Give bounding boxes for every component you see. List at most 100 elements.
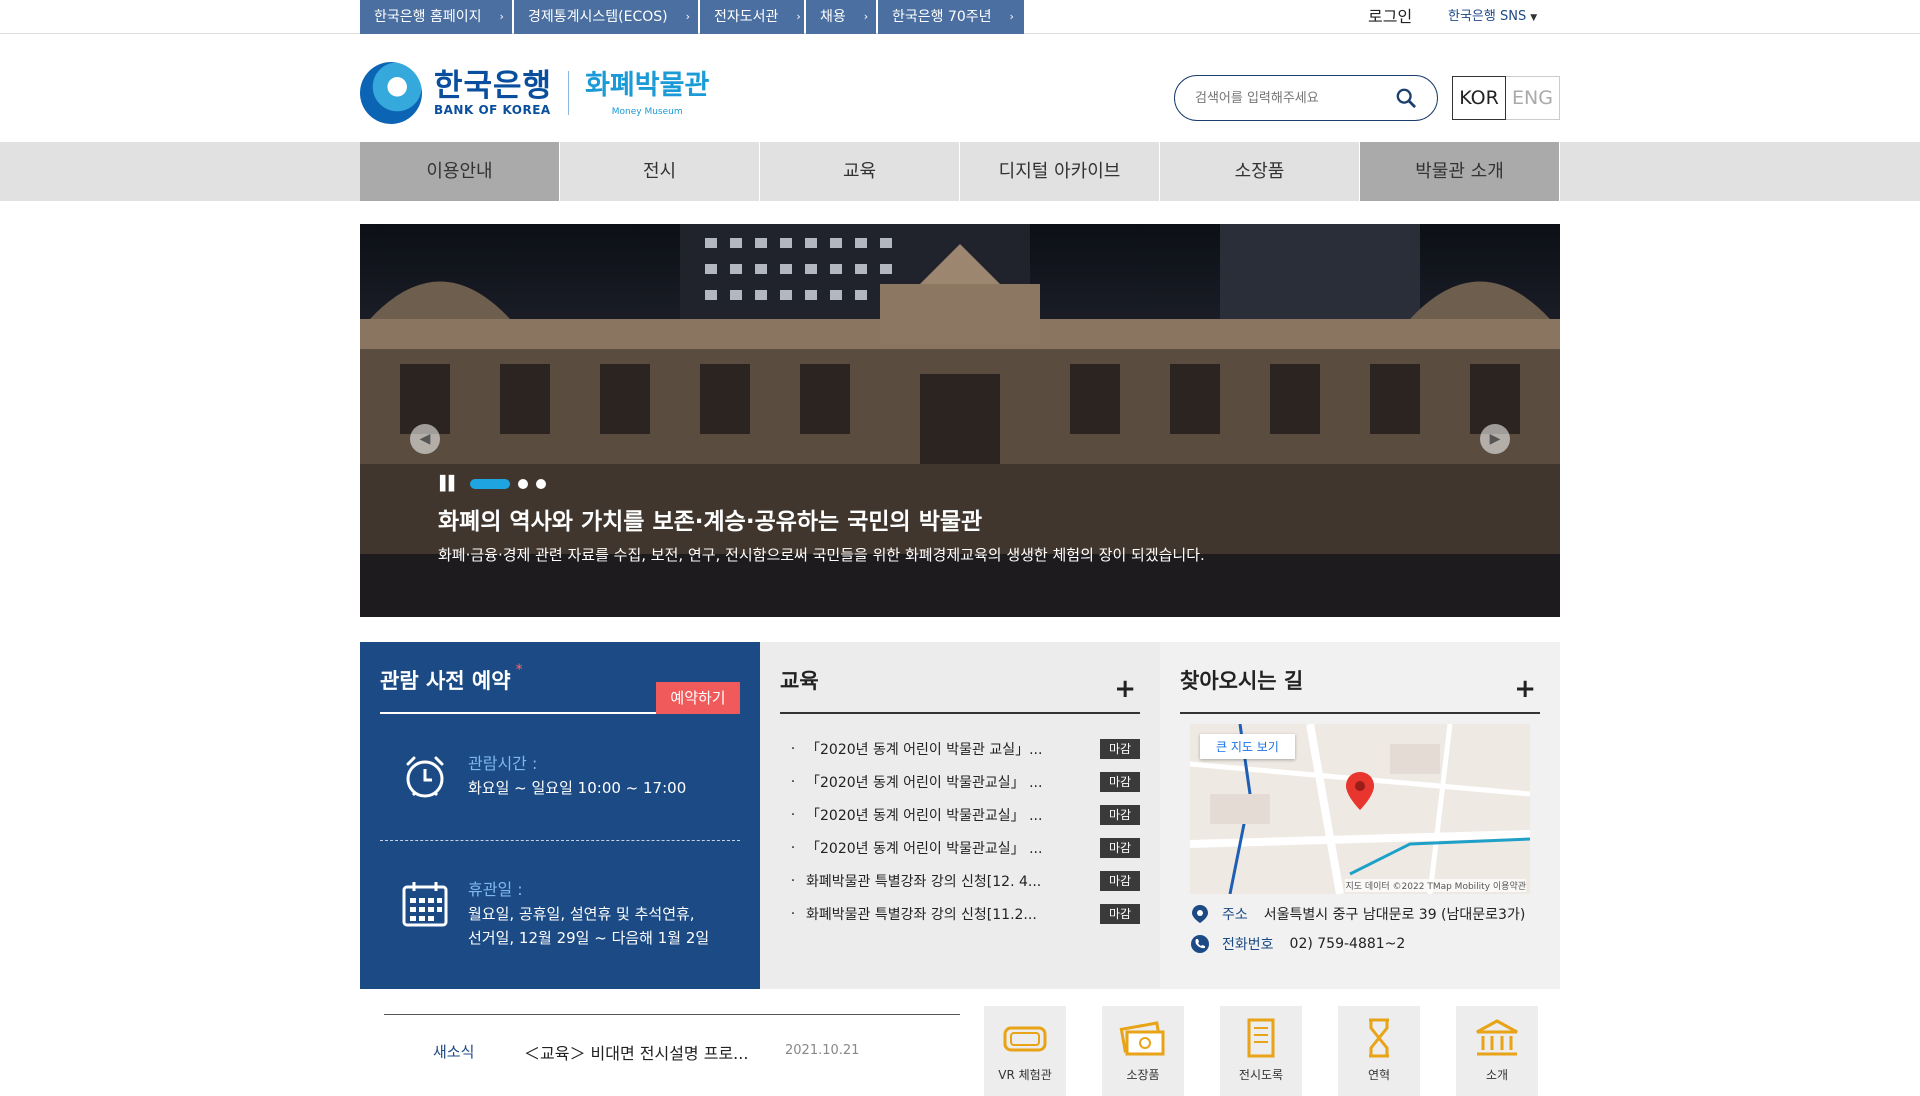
chevron-left-icon: ◀ — [419, 431, 431, 447]
main-nav: 이용안내 전시 교육 디지털 아카이브 소장품 박물관 소개 — [0, 142, 1920, 201]
bank-icon — [1476, 1019, 1518, 1056]
nav-guide[interactable]: 이용안내 — [360, 142, 560, 201]
slider-next-button[interactable]: ▶ — [1480, 424, 1510, 454]
bullet: · — [790, 839, 796, 856]
nav-digital-archive[interactable]: 디지털 아카이브 — [960, 142, 1160, 201]
logo-divider — [568, 71, 570, 115]
chevron-right-icon: › — [863, 10, 869, 23]
large-map-button[interactable]: 큰 지도 보기 — [1200, 734, 1295, 759]
phone-icon — [1191, 935, 1209, 953]
search-icon[interactable] — [1395, 87, 1417, 109]
closed-label: 휴관일 : — [468, 880, 523, 899]
news-title-link[interactable]: ＜교육＞ 비대면 전시설명 프로... — [524, 1040, 748, 1064]
list-item[interactable]: · 「2020년 동계 어린이 박물관교실」 ... 마감 — [780, 765, 1140, 798]
top-link-70th[interactable]: 한국은행 70주년 › — [878, 0, 1024, 34]
education-header: 교육 + — [780, 662, 1140, 714]
nav-education[interactable]: 교육 — [760, 142, 960, 201]
top-links: 한국은행 홈페이지 › 경제통계시스템(ECOS) › 전자도서관 › 채용 › 한국은… — [360, 0, 1026, 34]
quick-link-history[interactable]: 연혁 — [1338, 1006, 1420, 1096]
logo-text: 한국은행 BANK OF KOREA — [434, 69, 552, 117]
closed-info: 휴관일 : 월요일, 공휴일, 설연휴 및 추석연휴, 선거일, 12월 29일… — [400, 878, 709, 950]
chevron-right-icon: › — [499, 10, 504, 23]
money-icon — [1119, 1021, 1165, 1056]
address-label: 주소 — [1222, 907, 1248, 923]
list-item[interactable]: · 「2020년 동계 어린이 박물관교실」 ... 마감 — [780, 798, 1140, 831]
top-link-label: 채용 — [820, 9, 846, 25]
search-box — [1174, 75, 1438, 121]
list-item[interactable]: · 화폐박물관 특별강좌 강의 신청[11.2... 마감 — [780, 897, 1140, 930]
nav-collection[interactable]: 소장품 — [1160, 142, 1360, 201]
phone-value[interactable]: 02) 759-4881~2 — [1290, 936, 1406, 952]
quick-link-label: VR 체험관 — [998, 1068, 1052, 1082]
quick-link-collection[interactable]: 소장품 — [1102, 1006, 1184, 1096]
news-date: 2021.10.21 — [785, 1043, 860, 1058]
list-item-title: 화폐박물관 특별강좌 강의 신청[11.2... — [806, 906, 1037, 923]
logo-korean: 한국은행 — [434, 68, 553, 104]
lang-kor-button[interactable]: KOR — [1452, 76, 1506, 120]
quick-link-about[interactable]: 소개 — [1456, 1006, 1538, 1096]
list-item[interactable]: · 「2020년 동계 어린이 박물관교실」 ... 마감 — [780, 831, 1140, 864]
chevron-right-icon: › — [796, 10, 801, 23]
lang-eng-button[interactable]: ENG — [1506, 76, 1560, 120]
education-more-button[interactable]: + — [1114, 674, 1136, 704]
status-badge: 마감 — [1100, 837, 1140, 858]
top-link-label: 경제통계시스템(ECOS) — [528, 9, 668, 25]
pause-icon[interactable]: ▌▌ — [440, 476, 459, 492]
phone-row: 전화번호 02) 759-4881~2 — [1190, 934, 1405, 954]
site-logo[interactable]: 한국은행 BANK OF KOREA 화폐박물관 Money Museum — [360, 62, 709, 124]
reserve-button[interactable]: 예약하기 — [656, 682, 740, 714]
search-input[interactable] — [1195, 90, 1385, 106]
utility-bar: 한국은행 홈페이지 › 경제통계시스템(ECOS) › 전자도서관 › 채용 › 한국은… — [0, 0, 1920, 34]
directions-panel: 찾아오시는 길 + 큰 지도 보기 지도 데이터 ©2022 TMap Mobi… — [1160, 642, 1560, 989]
bullet: · — [790, 905, 796, 922]
vr-goggles-icon — [1003, 1026, 1047, 1052]
bok-emblem-icon — [360, 62, 422, 124]
language-switch: KOR ENG — [1452, 76, 1560, 120]
hours-text: 화요일 ~ 일요일 10:00 ~ 17:00 — [468, 779, 687, 797]
sns-dropdown[interactable]: 한국은행 SNS ▼ — [1448, 0, 1537, 35]
alarm-clock-icon — [406, 756, 444, 798]
list-item-title: 「2020년 동계 어린이 박물관 교실」... — [806, 741, 1043, 758]
login-link[interactable]: 로그인 — [1368, 0, 1412, 34]
directions-title: 찾아오시는 길 — [1180, 669, 1304, 693]
top-link-ecos[interactable]: 경제통계시스템(ECOS) › — [514, 0, 698, 34]
hours-info: 관람시간 : 화요일 ~ 일요일 10:00 ~ 17:00 — [400, 752, 686, 802]
education-list: · 「2020년 동계 어린이 박물관 교실」... 마감 · 「2020년 동계 어… — [780, 732, 1140, 930]
news-label: 새소식 — [433, 1043, 475, 1061]
slider-dot-active[interactable] — [469, 479, 510, 489]
list-item-title: 「2020년 동계 어린이 박물관교실」 ... — [806, 840, 1043, 857]
bullet: · — [790, 773, 796, 790]
address-value: 서울특별시 중구 남대문로 39 (남대문로3가) — [1263, 907, 1526, 923]
status-badge: 마감 — [1100, 903, 1140, 924]
location-pin-icon — [1192, 905, 1208, 923]
list-item[interactable]: · 화폐박물관 특별강좌 강의 신청[12. 4... 마감 — [780, 864, 1140, 897]
top-link-bok-home[interactable]: 한국은행 홈페이지 › — [360, 0, 512, 34]
top-link-library[interactable]: 전자도서관 › — [700, 0, 804, 34]
slider-prev-button[interactable]: ◀ — [410, 424, 440, 454]
reservation-panel: 관람 사전 예약 * 예약하기 관람시간 : 화요일 ~ 일요일 10:00 ~… — [360, 642, 760, 989]
bullet: · — [790, 740, 796, 757]
nav-about[interactable]: 박물관 소개 — [1360, 142, 1560, 201]
quick-link-vr[interactable]: VR 체험관 — [984, 1006, 1066, 1096]
status-badge: 마감 — [1100, 804, 1140, 825]
status-badge: 마감 — [1100, 870, 1140, 891]
logo-english: BANK OF KOREA — [434, 103, 551, 117]
quick-link-catalog[interactable]: 전시도록 — [1220, 1006, 1302, 1096]
education-title: 교육 — [780, 669, 819, 693]
quick-link-label: 전시도록 — [1238, 1068, 1284, 1082]
quick-link-label: 소장품 — [1126, 1068, 1160, 1082]
calendar-icon — [402, 882, 448, 927]
hero-slider: ◀ ▶ ▌▌ 화폐의 역사와 가치를 보존·계승·공유하는 국민의 박물관 화폐… — [360, 224, 1560, 617]
nav-exhibition[interactable]: 전시 — [560, 142, 760, 201]
slider-dot[interactable] — [517, 479, 528, 489]
list-item[interactable]: · 「2020년 동계 어린이 박물관 교실」... 마감 — [780, 732, 1140, 765]
location-map[interactable]: 큰 지도 보기 지도 데이터 ©2022 TMap Mobility 이용약관 — [1190, 724, 1530, 894]
news-divider — [384, 1014, 960, 1015]
closed-line-1: 월요일, 공휴일, 설연휴 및 추석연휴, — [468, 905, 695, 923]
museum-name-korean: 화폐박물관 — [585, 70, 710, 101]
required-star: * — [515, 662, 523, 678]
top-link-recruit[interactable]: 채용 › — [806, 0, 876, 34]
directions-more-button[interactable]: + — [1514, 674, 1536, 704]
hero-subtitle: 화폐·금융·경제 관련 자료를 수집, 보전, 연구, 전시함으로써 국민들을 … — [438, 546, 1205, 564]
slider-dot[interactable] — [535, 479, 546, 489]
